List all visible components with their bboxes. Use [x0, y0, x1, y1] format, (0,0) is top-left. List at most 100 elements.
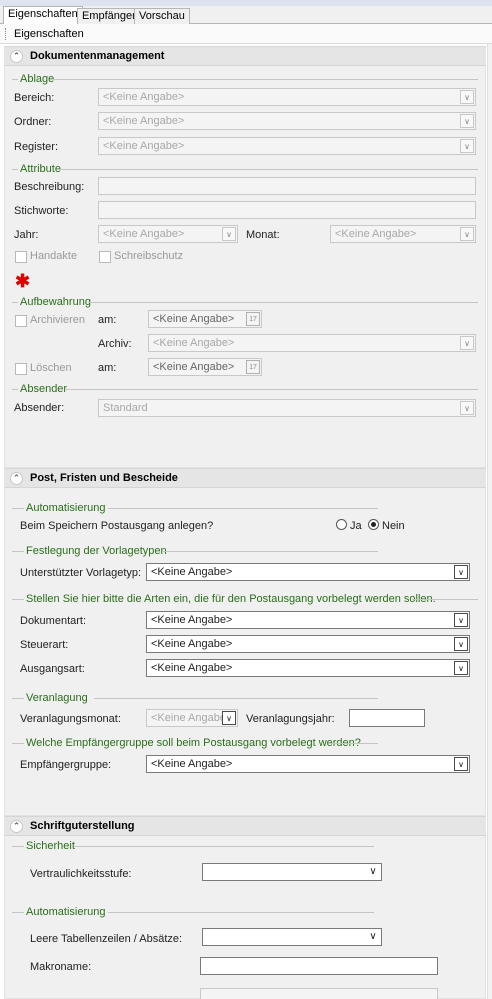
tab-vorschau[interactable]: Vorschau — [134, 8, 190, 24]
chevron-down-icon: ∨ — [454, 661, 468, 675]
collapse-chevron-icon[interactable]: ⌃ — [10, 820, 23, 833]
monat-dropdown[interactable]: <Keine Angabe> ∨ — [330, 225, 476, 243]
bereich-dropdown[interactable]: <Keine Angabe> ∨ — [98, 88, 476, 106]
chevron-down-icon: ∨ — [460, 336, 474, 350]
archiv-dropdown[interactable]: <Keine Angabe> ∨ — [148, 334, 476, 352]
section-title: Post, Fristen und Bescheide — [30, 472, 178, 484]
group-label: Sicherheit — [26, 840, 75, 852]
archivieren-label: Archivieren — [30, 314, 86, 326]
group-aufbewahrung: Aufbewahrung — [12, 296, 478, 308]
loeschen-label: Löschen — [30, 362, 72, 374]
beschreibung-input[interactable] — [98, 177, 476, 195]
stichworte-label: Stichworte: — [14, 205, 69, 217]
group-empfaengergruppe: Welche Empfängergruppe soll beim Postaus… — [12, 737, 478, 749]
group-automatisierung-schrift: Automatisierung — [12, 906, 478, 918]
toolbar-label: Eigenschaften — [14, 28, 84, 40]
radio-nein[interactable] — [368, 519, 379, 530]
makroname-input[interactable] — [200, 957, 438, 975]
veranlagungsjahr-input[interactable] — [349, 709, 425, 727]
section-header-post-fristen[interactable]: ⌃ Post, Fristen und Bescheide — [4, 468, 486, 488]
red-pin-icon: ✱ — [15, 271, 31, 291]
group-label: Festlegung der Vorlagetypen — [26, 545, 167, 557]
group-label: Welche Empfängergruppe soll beim Postaus… — [26, 737, 361, 749]
chevron-down-icon: ∨ — [460, 114, 474, 128]
archivieren-am-label: am: — [98, 314, 117, 326]
veranlagungsmonat-label: Veranlagungsmonat: — [20, 713, 121, 725]
radio-nein-label: Nein — [382, 520, 405, 532]
absender-dropdown[interactable]: Standard ∨ — [98, 399, 476, 417]
next-input-partial[interactable] — [200, 988, 438, 999]
chevron-down-icon: ∨ — [454, 613, 468, 627]
loeschen-am-label: am: — [98, 362, 117, 374]
tab-eigenschaften[interactable]: Eigenschaften — [3, 6, 83, 25]
schreibschutz-checkbox[interactable] — [99, 251, 111, 263]
vertraulichkeitsstufe-label: Vertraulichkeitsstufe: — [30, 868, 132, 880]
group-label: Absender — [20, 383, 68, 395]
empfaengergruppe-dropdown[interactable]: <Keine Angabe> ∨ — [146, 755, 470, 773]
group-vorlagetypen: Festlegung der Vorlagetypen — [12, 545, 478, 557]
chevron-down-icon: ∨ — [369, 931, 377, 942]
veranlagungsjahr-label: Veranlagungsjahr: — [246, 713, 335, 725]
section-header-dokumentenmanagement[interactable]: ⌃ Dokumentenmanagement — [4, 46, 486, 66]
ordner-dropdown[interactable]: <Keine Angabe> ∨ — [98, 112, 476, 130]
radio-ja[interactable] — [336, 519, 347, 530]
group-arten: Stellen Sie hier bitte die Arten ein, di… — [12, 593, 478, 605]
jahr-dropdown[interactable]: <Keine Angabe> ∨ — [98, 225, 238, 243]
chevron-down-icon: ∨ — [460, 139, 474, 153]
group-label: Automatisierung — [26, 906, 106, 918]
archivieren-date-picker[interactable]: <Keine Angabe> 17 — [148, 310, 262, 328]
chevron-down-icon: ∨ — [454, 757, 468, 771]
register-dropdown[interactable]: <Keine Angabe> ∨ — [98, 137, 476, 155]
group-sicherheit: Sicherheit — [12, 840, 478, 852]
vertraulichkeitsstufe-dropdown[interactable]: ∨ — [202, 863, 382, 881]
ordner-label: Ordner: — [14, 116, 52, 128]
chevron-down-icon: ∨ — [222, 711, 236, 725]
steuerart-label: Steuerart: — [20, 639, 69, 651]
chevron-down-icon: ∨ — [454, 637, 468, 651]
vorlagetyp-dropdown[interactable]: <Keine Angabe> ∨ — [146, 563, 470, 581]
group-label: Veranlagung — [26, 692, 88, 704]
collapse-chevron-icon[interactable]: ⌃ — [10, 50, 23, 63]
loeschen-checkbox[interactable] — [15, 363, 27, 375]
section-title: Schriftguterstellung — [30, 820, 135, 832]
chevron-down-icon: ∨ — [460, 227, 474, 241]
handakte-checkbox[interactable] — [15, 251, 27, 263]
leere-tabellenzeilen-label: Leere Tabellenzeilen / Absätze: — [30, 933, 183, 945]
group-label: Aufbewahrung — [20, 296, 91, 308]
dokumentart-label: Dokumentart: — [20, 615, 87, 627]
chevron-down-icon: ∨ — [454, 565, 468, 579]
group-veranlagung: Veranlagung — [12, 692, 478, 704]
group-attribute: Attribute — [12, 163, 478, 175]
postausgang-question: Beim Speichern Postausgang anlegen? — [20, 520, 214, 532]
archivieren-checkbox[interactable] — [15, 315, 27, 327]
section-title: Dokumentenmanagement — [30, 50, 165, 62]
collapse-chevron-icon[interactable]: ⌃ — [10, 472, 23, 485]
group-label: Stellen Sie hier bitte die Arten ein, di… — [26, 593, 436, 605]
radio-ja-label: Ja — [350, 520, 362, 532]
handakte-label: Handakte — [30, 250, 78, 262]
chevron-down-icon: ∨ — [460, 90, 474, 104]
toolbar-grip[interactable] — [5, 28, 7, 40]
monat-label: Monat: — [246, 229, 280, 241]
empfaengergruppe-label: Empfängergruppe: — [20, 759, 112, 771]
veranlagungsmonat-dropdown[interactable]: <Keine Angabe> ∨ — [146, 709, 238, 727]
dokumentart-dropdown[interactable]: <Keine Angabe> ∨ — [146, 611, 470, 629]
jahr-label: Jahr: — [14, 229, 39, 241]
loeschen-date-picker[interactable]: <Keine Angabe> 17 — [148, 358, 262, 376]
vertical-scrollbar[interactable] — [487, 44, 492, 999]
chevron-down-icon: ∨ — [369, 866, 377, 877]
schreibschutz-label: Schreibschutz — [114, 250, 184, 262]
chevron-down-icon: ∨ — [222, 227, 236, 241]
group-ablage: Ablage — [12, 73, 478, 85]
archiv-label: Archiv: — [98, 338, 132, 350]
steuerart-dropdown[interactable]: <Keine Angabe> ∨ — [146, 635, 470, 653]
section-header-schriftguterstellung[interactable]: ⌃ Schriftguterstellung — [4, 816, 486, 836]
tab-empfaenger[interactable]: Empfänger — [77, 8, 141, 24]
bereich-label: Bereich: — [14, 92, 55, 104]
calendar-icon[interactable]: 17 — [246, 360, 260, 374]
group-label: Ablage — [20, 73, 55, 85]
leere-tabellenzeilen-dropdown[interactable]: ∨ — [202, 928, 382, 946]
stichworte-input[interactable] — [98, 201, 476, 219]
ausgangsart-dropdown[interactable]: <Keine Angabe> ∨ — [146, 659, 470, 677]
calendar-icon[interactable]: 17 — [246, 312, 260, 326]
